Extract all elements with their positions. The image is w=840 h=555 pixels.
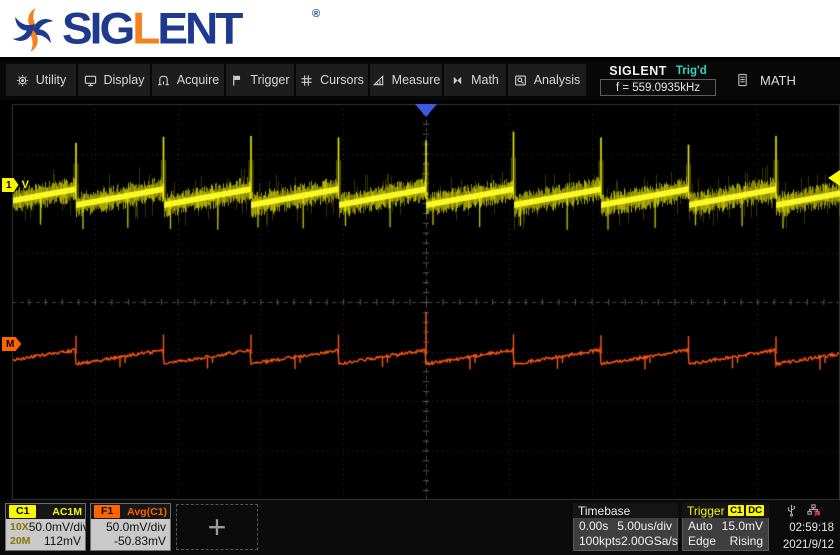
trigger-position-marker[interactable] (415, 104, 437, 117)
monitor-icon (84, 74, 97, 87)
timebase-points: 100kpts (579, 535, 621, 548)
menu-analysis-label: Analysis (534, 73, 581, 87)
menu-acquire[interactable]: Acquire (152, 64, 224, 96)
f1-badge: F1 (94, 505, 120, 518)
f1-offset-value: -50.83mV (114, 535, 166, 548)
wordmark-part1: SIG (62, 3, 132, 53)
menu-measure[interactable]: Measure (370, 64, 442, 96)
oscilloscope-screen: SIGLENT ® Utility Display Acquire Trigge… (0, 0, 840, 555)
waveform-display-area[interactable]: 1 V M (0, 100, 840, 500)
frequency-counter-readout: f = 559.0935kHz (600, 79, 716, 96)
trigger-level-marker[interactable] (828, 170, 840, 186)
waveform-canvas[interactable] (0, 100, 840, 500)
math-dialog-tab[interactable]: MATH (736, 73, 796, 88)
gear-icon (16, 74, 29, 87)
menu-utility[interactable]: Utility (6, 64, 76, 96)
channel1-descriptor[interactable]: C1 AC1M 10X50.0mV/div 20M 112mV (5, 503, 86, 551)
trigger-coupling-badge: DC (746, 505, 764, 516)
status-bar: C1 AC1M 10X50.0mV/div 20M112mV F1 Avg(C1… (0, 500, 840, 555)
timebase-rate: 2.00GSa/s (621, 535, 678, 548)
channel1-unit-label: V (22, 179, 29, 191)
timebase-descriptor[interactable]: Timebase 0.00s 5.00us/div 100kpts2.00GSa/… (573, 503, 678, 551)
trigger-descriptor[interactable]: Trigger C1 DC Auto 15.0mV Edge Rising (682, 503, 769, 551)
menu-trigger-label: Trigger (250, 73, 289, 87)
channel1-tag[interactable]: 1 (2, 178, 19, 192)
plus-icon: + (208, 512, 227, 542)
menu-display[interactable]: Display (78, 64, 150, 96)
trigger-type: Edge (688, 535, 716, 548)
list-page-icon (736, 73, 749, 87)
menu-math[interactable]: Math (444, 64, 506, 96)
set-square-icon (372, 74, 385, 87)
siglent-wordmark: SIGLENT (62, 2, 240, 54)
menu-display-label: Display (104, 73, 145, 87)
f1-scale-value: 50.0mV/div (106, 521, 166, 534)
c1-scale-value: 50.0mV/div (29, 521, 89, 534)
c1-bandwidth-label: 20M (10, 535, 30, 548)
menu-cursors[interactable]: Cursors (296, 64, 368, 96)
menu-measure-label: Measure (392, 73, 441, 87)
trigger-status-text: Trig'd (676, 65, 707, 77)
math-offset-marker[interactable]: M (2, 337, 21, 351)
math-tab-label: MATH (760, 73, 796, 88)
time-display: 02:59:18 (789, 522, 834, 535)
c1-probe-label: 10X (10, 521, 29, 534)
bowtie-icon (451, 74, 464, 87)
usb-icon (786, 504, 797, 517)
c1-offset-value: 112mV (44, 535, 81, 548)
channel1-offset-marker[interactable]: 1 V (2, 178, 29, 192)
siglent-small-logo: SIGLENT (609, 64, 667, 78)
wordmark-part2: ENT (157, 3, 240, 53)
c1-coupling-label: AC1M (52, 506, 82, 518)
trigger-level: 15.0mV (722, 520, 763, 533)
menu-math-label: Math (471, 73, 499, 87)
timebase-title: Timebase (573, 503, 678, 518)
menu-trigger[interactable]: Trigger (226, 64, 294, 96)
timebase-scale: 5.00us/div (617, 520, 672, 533)
trigger-title: Trigger (687, 504, 725, 518)
c1-badge: C1 (9, 505, 36, 518)
lan-disconnected-icon (807, 504, 820, 517)
trigger-status-cluster: SIGLENT Trig'd f = 559.0935kHz (598, 64, 718, 96)
brand-banner: SIGLENT ® (0, 0, 840, 60)
flag-icon (230, 74, 243, 87)
trigger-source-badge: C1 (728, 505, 744, 516)
acquire-arch-icon (157, 74, 170, 87)
menu-acquire-label: Acquire (177, 73, 219, 87)
add-trace-button[interactable]: + (176, 504, 258, 550)
clock-panel: 02:59:18 2021/9/12 (770, 503, 836, 553)
siglent-swirl-icon (10, 7, 56, 53)
math-f1-descriptor[interactable]: F1 Avg(C1) 50.0mV/div -50.83mV (90, 503, 171, 551)
wordmark-orange-l: L (132, 3, 157, 53)
trigger-mode: Auto (688, 520, 713, 533)
menu-cursors-label: Cursors (320, 73, 364, 87)
crosshatch-icon (300, 74, 313, 87)
trigger-slope: Rising (730, 535, 763, 548)
f1-function-label: Avg(C1) (127, 506, 167, 518)
math-tag[interactable]: M (2, 337, 21, 351)
menu-utility-label: Utility (36, 73, 67, 87)
menu-analysis[interactable]: Analysis (508, 64, 586, 96)
timebase-delay: 0.00s (579, 520, 608, 533)
registered-mark: ® (312, 8, 320, 20)
date-display: 2021/9/12 (783, 539, 834, 552)
magnifier-box-icon (514, 74, 527, 87)
top-menu-bar: Utility Display Acquire Trigger Cursors … (0, 60, 840, 100)
